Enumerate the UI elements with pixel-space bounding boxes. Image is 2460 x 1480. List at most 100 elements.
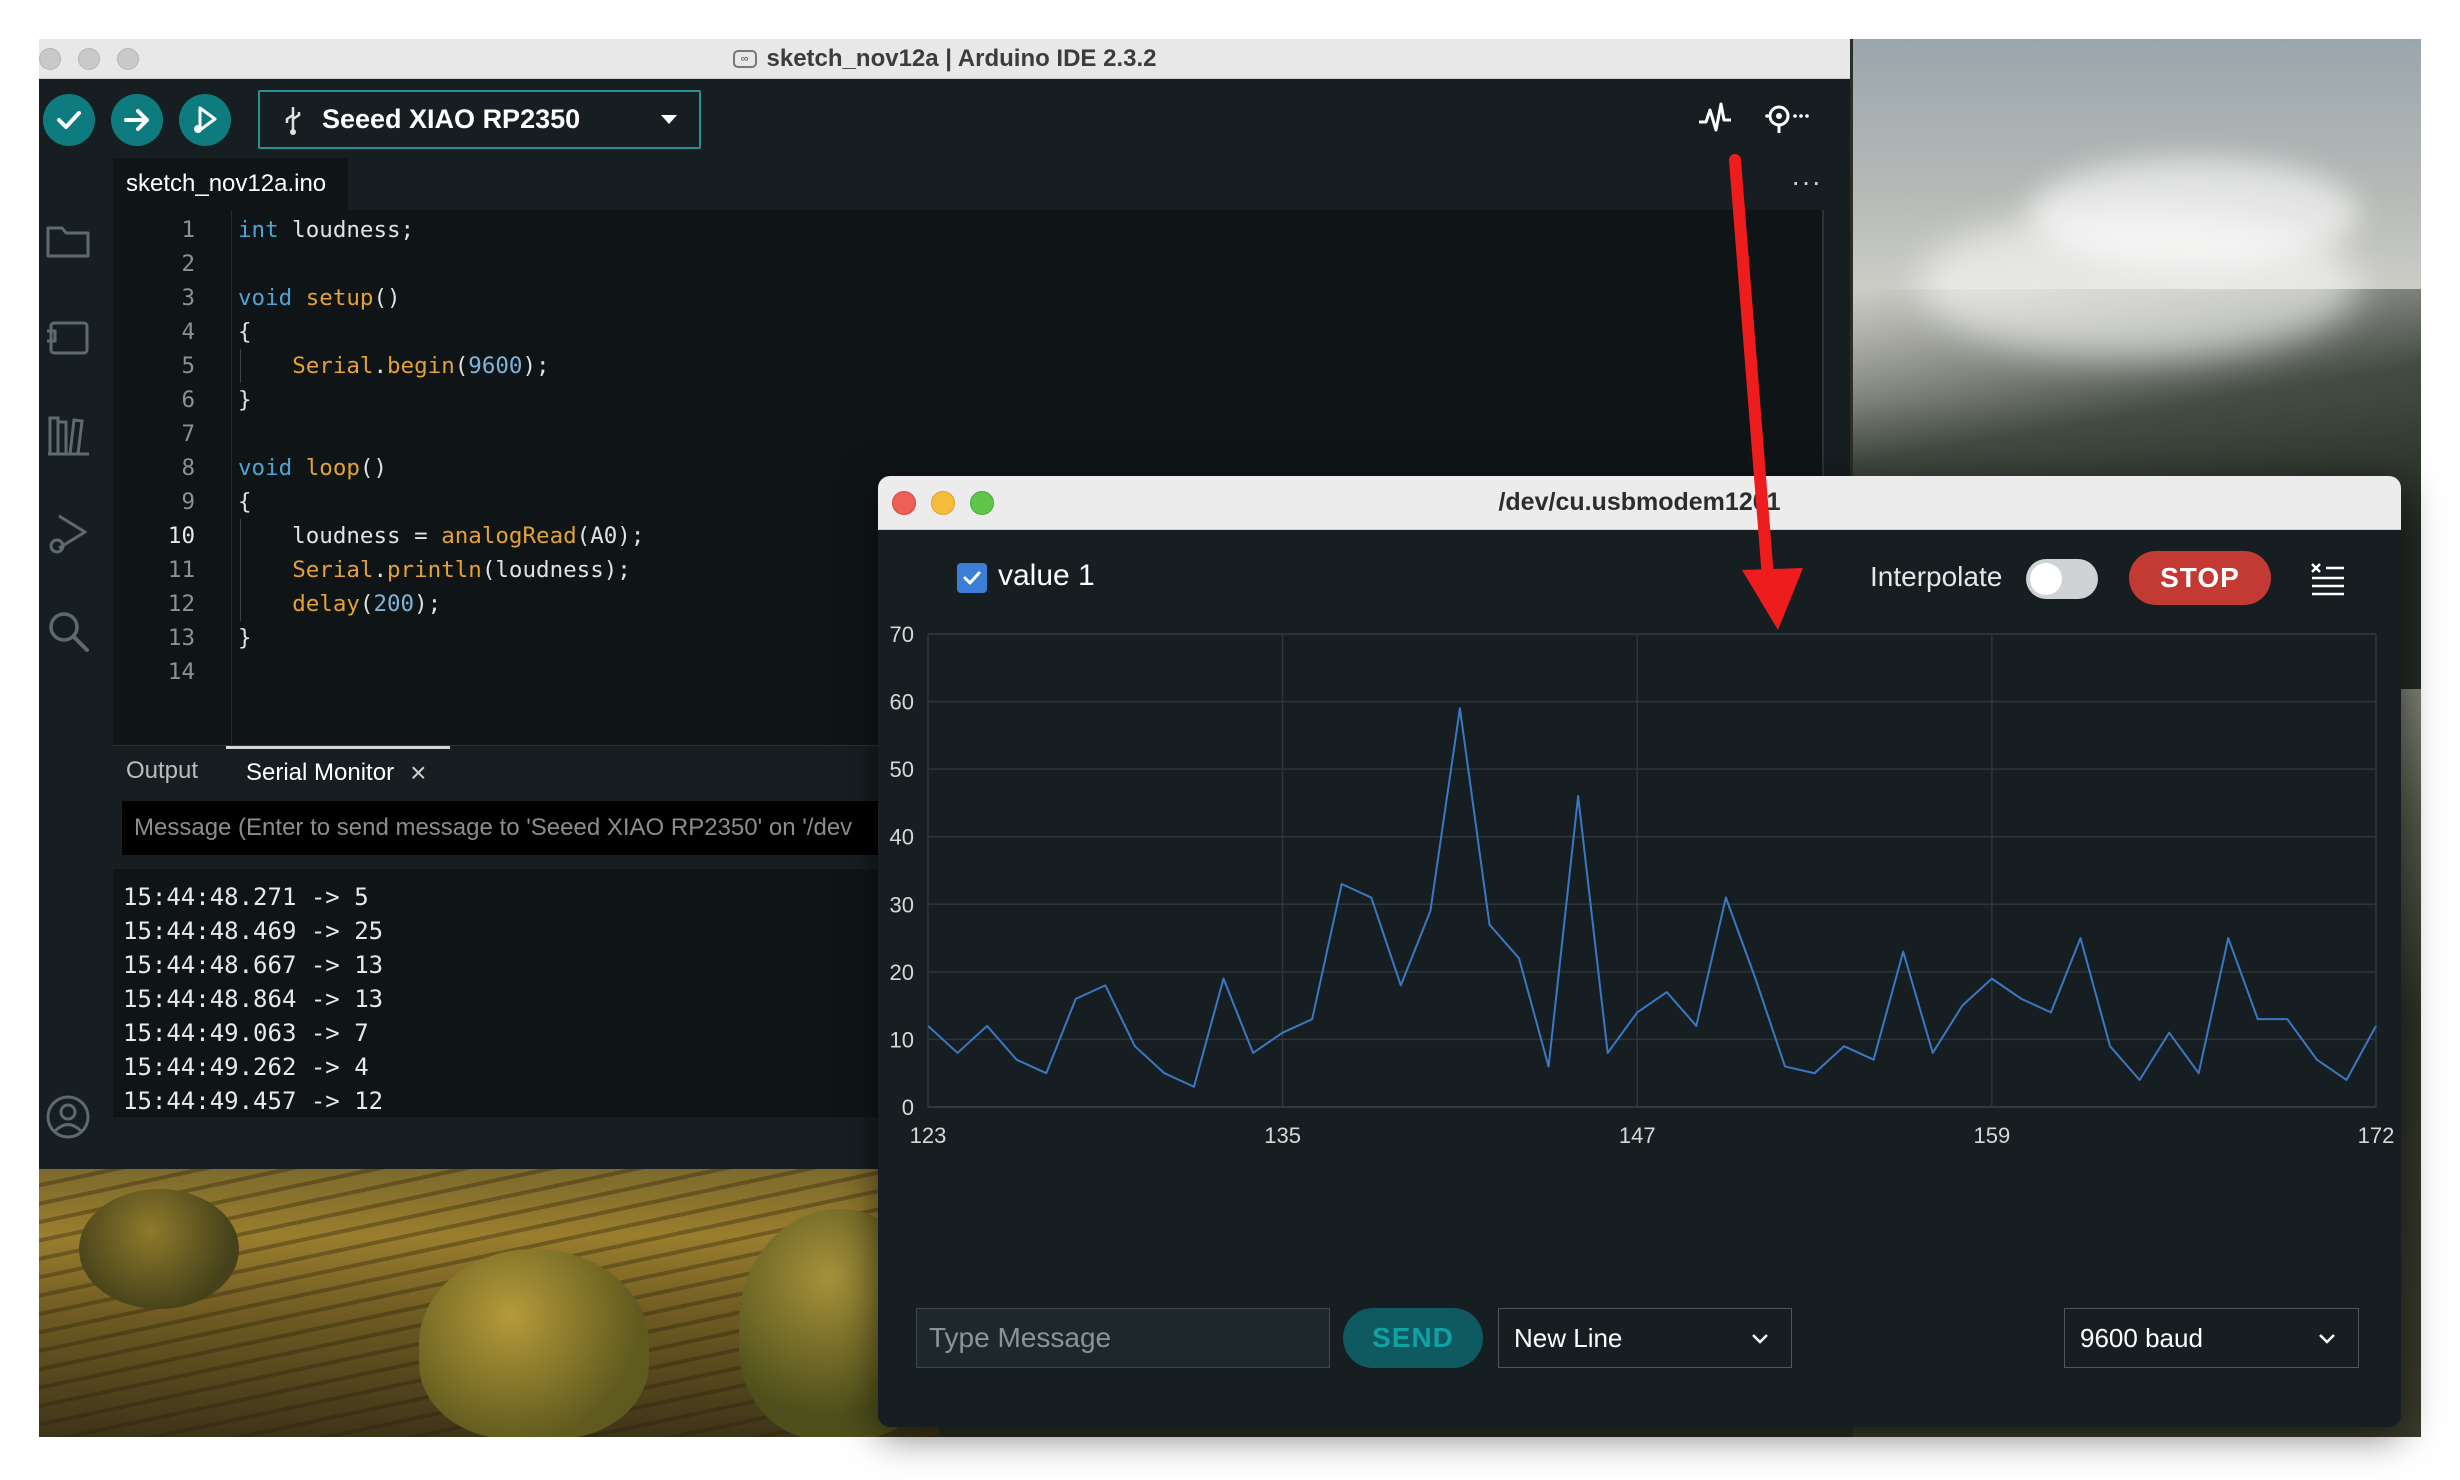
serial-monitor-button[interactable] bbox=[1763, 100, 1811, 141]
minimize-window-button[interactable] bbox=[931, 491, 955, 515]
code-line: 1 int loudness; bbox=[113, 213, 1824, 247]
chevron-down-icon bbox=[2319, 1334, 2335, 1344]
tab-output[interactable]: Output bbox=[126, 746, 198, 796]
ide-sidebar bbox=[39, 158, 113, 1169]
line-number: 6 bbox=[181, 387, 195, 413]
check-icon bbox=[963, 571, 981, 585]
chevron-down-icon bbox=[1752, 1334, 1768, 1344]
code-text: { bbox=[238, 319, 252, 345]
toggle-knob bbox=[2030, 563, 2062, 595]
ide-titlebar: ∞ sketch_nov12a | Arduino IDE 2.3.2 bbox=[39, 39, 1850, 79]
board-icon bbox=[47, 321, 89, 355]
upload-button[interactable] bbox=[111, 94, 163, 146]
file-tab-sketch[interactable]: sketch_nov12a.ino bbox=[113, 158, 349, 210]
code-line: 2 bbox=[113, 247, 1824, 281]
library-icon bbox=[48, 416, 89, 456]
debug-panel-button[interactable] bbox=[41, 506, 95, 560]
send-button[interactable]: SEND bbox=[1343, 1308, 1483, 1368]
arduino-logo-icon: ∞ bbox=[732, 49, 757, 68]
line-number: 2 bbox=[181, 251, 195, 277]
window-controls bbox=[892, 476, 994, 530]
tab-serial-monitor[interactable]: Serial Monitor × bbox=[226, 746, 450, 796]
search-button[interactable] bbox=[41, 604, 95, 658]
baud-rate-select[interactable]: 9600 baud bbox=[2064, 1308, 2359, 1368]
y-tick-label: 10 bbox=[890, 1027, 914, 1052]
x-tick-label: 172 bbox=[2358, 1123, 2395, 1148]
tree bbox=[79, 1189, 239, 1309]
code-text: Serial.begin(9600); bbox=[292, 353, 550, 379]
plot-area[interactable]: 0 10 20 30 40 50 60 70 123 135 147 159 172 bbox=[878, 622, 2401, 1266]
board-name: Seeed XIAO RP2350 bbox=[322, 104, 581, 134]
close-icon[interactable]: × bbox=[410, 757, 426, 789]
legend-checkbox-value-1[interactable] bbox=[957, 563, 987, 593]
line-number: 5 bbox=[181, 353, 195, 379]
serial-line: 15:44:48.469 -> 25 bbox=[123, 917, 384, 945]
line-number: 7 bbox=[181, 421, 195, 447]
y-tick-label: 50 bbox=[890, 757, 914, 782]
line-number: 11 bbox=[167, 557, 195, 583]
stop-button[interactable]: STOP bbox=[2129, 551, 2271, 605]
close-window-button[interactable] bbox=[892, 491, 916, 515]
user-icon bbox=[46, 1095, 90, 1139]
type-message-input[interactable]: Type Message bbox=[916, 1308, 1330, 1368]
x-tick-label: 123 bbox=[910, 1123, 947, 1148]
arrow-right-icon bbox=[124, 109, 149, 131]
code-text: void loop() bbox=[238, 455, 388, 481]
library-manager-button[interactable] bbox=[41, 408, 95, 462]
y-tick-label: 30 bbox=[890, 892, 914, 917]
type-message-placeholder: Type Message bbox=[929, 1322, 1112, 1353]
clear-list-icon bbox=[2311, 563, 2344, 596]
line-number: 9 bbox=[181, 489, 195, 515]
y-tick-label: 70 bbox=[890, 626, 914, 647]
serial-line: 15:44:49.262 -> 4 bbox=[123, 1053, 369, 1081]
x-tick-label: 159 bbox=[1973, 1123, 2010, 1148]
line-number: 4 bbox=[181, 319, 195, 345]
tree bbox=[419, 1249, 649, 1437]
plotter-header: value 1 Interpolate STOP bbox=[878, 530, 2401, 626]
minimize-window-button[interactable] bbox=[78, 48, 100, 70]
usb-icon bbox=[285, 106, 301, 135]
line-number: 3 bbox=[181, 285, 195, 311]
zoom-window-button[interactable] bbox=[117, 48, 139, 70]
serial-line: 15:44:48.271 -> 5 bbox=[123, 883, 369, 911]
profile-button[interactable] bbox=[41, 1090, 95, 1144]
serial-plotter-button[interactable] bbox=[1697, 100, 1733, 141]
code-text: delay(200); bbox=[292, 591, 442, 617]
check-icon bbox=[57, 111, 81, 129]
board-selector[interactable]: Seeed XIAO RP2350 bbox=[258, 90, 701, 149]
file-tab-label: sketch_nov12a.ino bbox=[126, 170, 327, 197]
close-window-button[interactable] bbox=[39, 48, 61, 70]
line-number: 10 bbox=[167, 523, 195, 549]
window-controls bbox=[39, 39, 139, 79]
code-text: } bbox=[238, 387, 252, 413]
plotter-title: /dev/cu.usbmodem1201 bbox=[1498, 488, 1781, 516]
code-line: 3 void setup() bbox=[113, 281, 1824, 315]
series-line-value-1 bbox=[927, 707, 2377, 1088]
serial-plotter-window: /dev/cu.usbmodem1201 value 1 Interpolate… bbox=[878, 476, 2401, 1427]
search-icon bbox=[49, 612, 89, 652]
interpolate-label: Interpolate bbox=[1870, 561, 2003, 592]
editor-tab-bar: sketch_nov12a.ino ··· bbox=[113, 158, 1850, 210]
line-chart: 0 10 20 30 40 50 60 70 123 135 147 159 172 bbox=[890, 622, 2395, 1148]
line-ending-value: New Line bbox=[1514, 1322, 1623, 1353]
code-text: void setup() bbox=[238, 285, 401, 311]
more-options-button[interactable]: ··· bbox=[1791, 166, 1822, 198]
plotter-titlebar: /dev/cu.usbmodem1201 bbox=[878, 476, 2401, 530]
sketchbook-button[interactable] bbox=[41, 213, 95, 267]
serial-line: 15:44:48.667 -> 13 bbox=[123, 951, 384, 979]
tab-output-label: Output bbox=[126, 757, 199, 784]
verify-button[interactable] bbox=[43, 94, 95, 146]
tab-serial-monitor-label: Serial Monitor bbox=[246, 758, 395, 786]
legend-label-value-1: value 1 bbox=[998, 559, 1095, 592]
clear-button[interactable] bbox=[2308, 558, 2348, 598]
boards-manager-button[interactable] bbox=[41, 310, 95, 364]
zoom-window-button[interactable] bbox=[970, 491, 994, 515]
code-text: { bbox=[238, 489, 252, 515]
interpolate-toggle[interactable] bbox=[2026, 559, 2098, 599]
serial-monitor-icon bbox=[1765, 105, 1809, 133]
line-ending-select[interactable]: New Line bbox=[1498, 1308, 1792, 1368]
gutter-separator bbox=[231, 210, 232, 745]
debug-button[interactable] bbox=[179, 94, 231, 146]
line-number: 14 bbox=[167, 659, 195, 685]
code-text: loudness = analogRead(A0); bbox=[238, 523, 645, 549]
